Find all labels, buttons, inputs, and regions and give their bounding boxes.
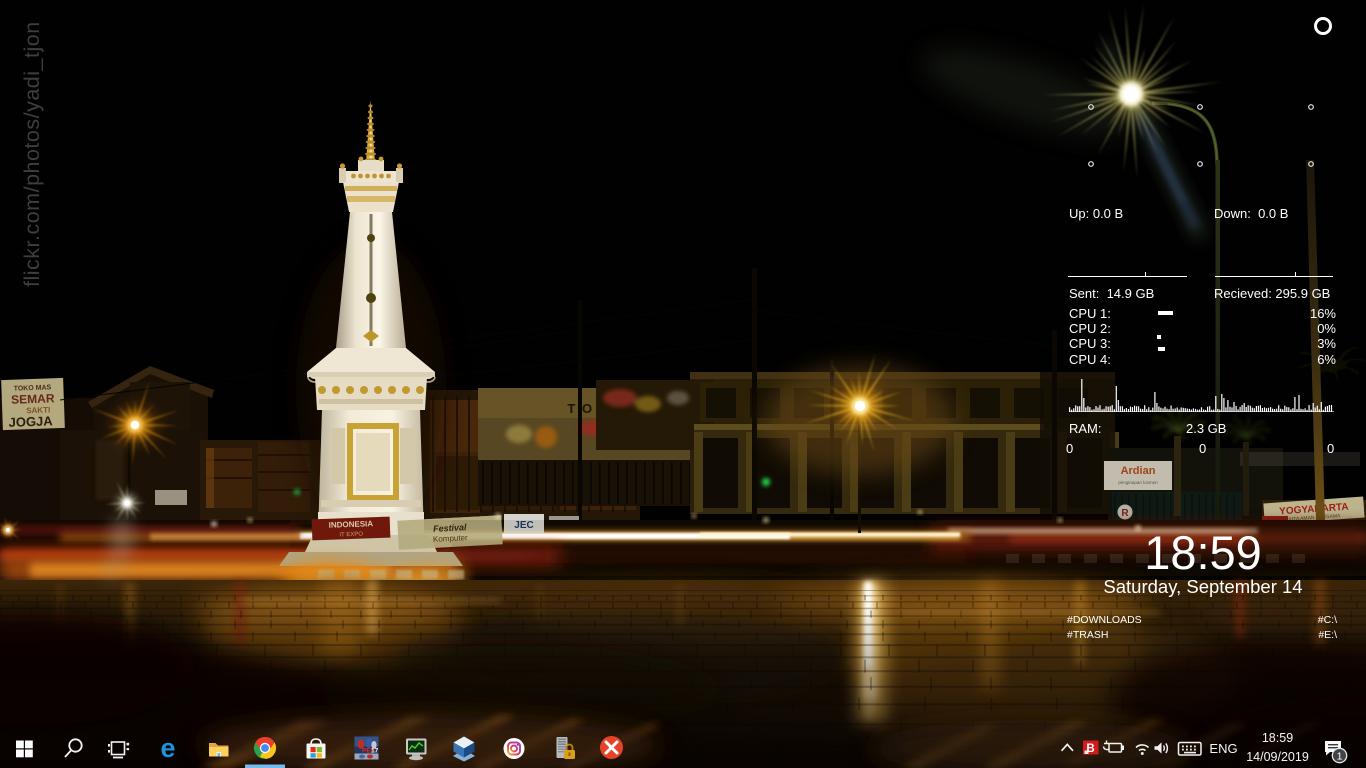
svg-text:JOGJA: JOGJA <box>8 413 53 430</box>
svg-text:JEC: JEC <box>514 520 533 531</box>
svg-text:18:59: 18:59 <box>1262 731 1293 745</box>
svg-text:IT EXPO: IT EXPO <box>339 532 363 539</box>
svg-text:Festival: Festival <box>433 522 467 534</box>
svg-text:INDONESIA: INDONESIA <box>329 519 374 530</box>
svg-text:Ardian: Ardian <box>1121 465 1156 477</box>
svg-text:e: e <box>160 733 175 763</box>
svg-text:Komputer: Komputer <box>433 533 468 544</box>
svg-text:ENG: ENG <box>1209 741 1237 756</box>
svg-text:14/09/2019: 14/09/2019 <box>1246 750 1309 764</box>
svg-text:R: R <box>1121 508 1129 519</box>
svg-text:penginapan losmen: penginapan losmen <box>1118 480 1158 485</box>
svg-text:1: 1 <box>1337 751 1343 763</box>
svg-text:SEMAR: SEMAR <box>11 391 55 407</box>
svg-text:17: 17 <box>371 748 379 755</box>
